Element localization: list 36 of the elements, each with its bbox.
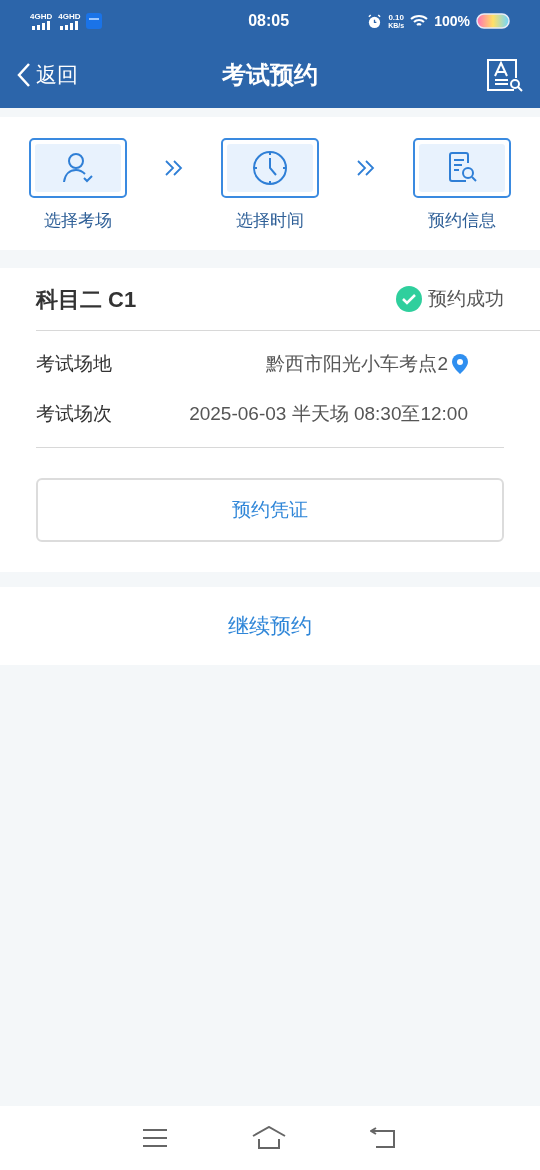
field-value: 2025-06-03 半天场 08:30至12:00 <box>189 401 468 426</box>
wifi-icon <box>410 14 429 28</box>
continue-button[interactable]: 继续预约 <box>228 610 312 642</box>
step-tile[interactable] <box>413 138 511 198</box>
network-label: 4GHD <box>30 12 53 21</box>
battery-icon <box>476 13 510 29</box>
signal-icon <box>60 20 79 30</box>
home-icon[interactable] <box>252 1126 286 1150</box>
battery-percent: 100% <box>434 11 470 31</box>
menu-icon[interactable] <box>142 1128 168 1148</box>
field-label: 考试场次 <box>36 401 112 426</box>
document-search-icon[interactable] <box>486 58 524 92</box>
status-time: 08:05 <box>247 11 291 31</box>
field-label: 考试场地 <box>36 351 112 376</box>
subject-title: 科目二 C1 <box>36 285 137 314</box>
network-label: 4GHD <box>58 12 81 21</box>
step-label: 选择考场 <box>44 210 112 232</box>
step-tile[interactable] <box>221 138 319 198</box>
voucher-button[interactable]: 预约凭证 <box>36 478 504 542</box>
clock-icon <box>250 148 290 188</box>
back-icon[interactable] <box>370 1127 398 1149</box>
field-value: 黔西市阳光小车考点2 <box>266 351 448 376</box>
alarm-icon <box>367 13 383 29</box>
chevron-left-icon <box>16 62 32 88</box>
double-chevron-icon <box>355 158 377 178</box>
status-text: 预约成功 <box>428 286 504 311</box>
signal-icon <box>32 20 51 30</box>
step-label: 预约信息 <box>428 210 496 232</box>
back-button[interactable]: 返回 <box>16 59 126 91</box>
step-label: 选择时间 <box>236 210 304 232</box>
speed-value: 0.10 <box>388 13 404 22</box>
step-tile[interactable] <box>29 138 127 198</box>
page-title: 考试预约 <box>221 60 319 90</box>
app-icon <box>86 13 103 29</box>
check-circle-icon <box>396 286 422 312</box>
double-chevron-icon <box>163 158 185 178</box>
